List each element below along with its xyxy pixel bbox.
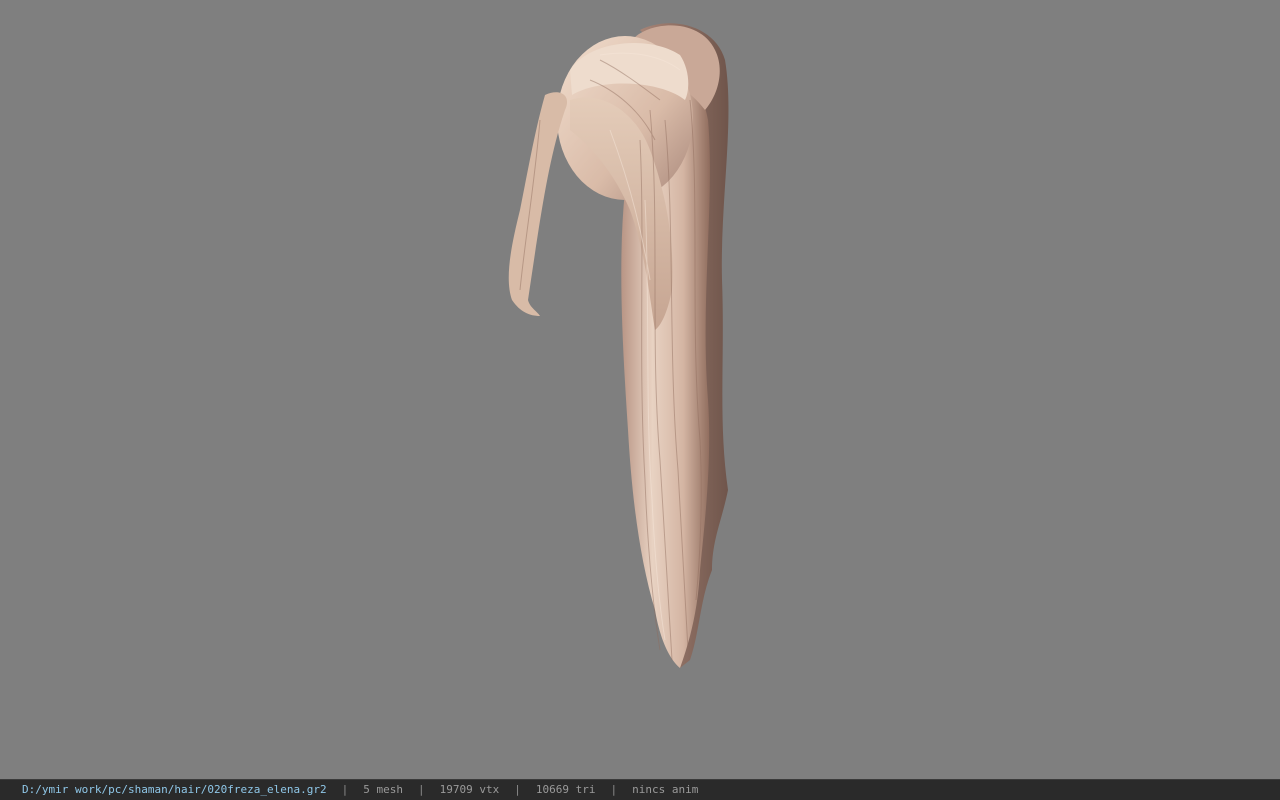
status-separator: |: [418, 783, 425, 796]
animation-status-label: nincs anim: [632, 783, 699, 796]
vertex-count-label: 19709 vtx: [439, 783, 500, 796]
mesh-count-label: 5 mesh: [363, 783, 404, 796]
triangle-count-label: 10669 tri: [535, 783, 596, 796]
status-separator: |: [514, 783, 521, 796]
status-bar: D:/ymir work/pc/shaman/hair/020freza_ele…: [0, 779, 1280, 800]
file-path-label: D:/ymir work/pc/shaman/hair/020freza_ele…: [22, 783, 327, 796]
hair-model-render: [508, 23, 729, 669]
status-separator: |: [341, 783, 349, 796]
3d-viewport[interactable]: [0, 0, 1280, 779]
side-strand-left: [508, 92, 568, 316]
status-separator: |: [610, 783, 618, 796]
